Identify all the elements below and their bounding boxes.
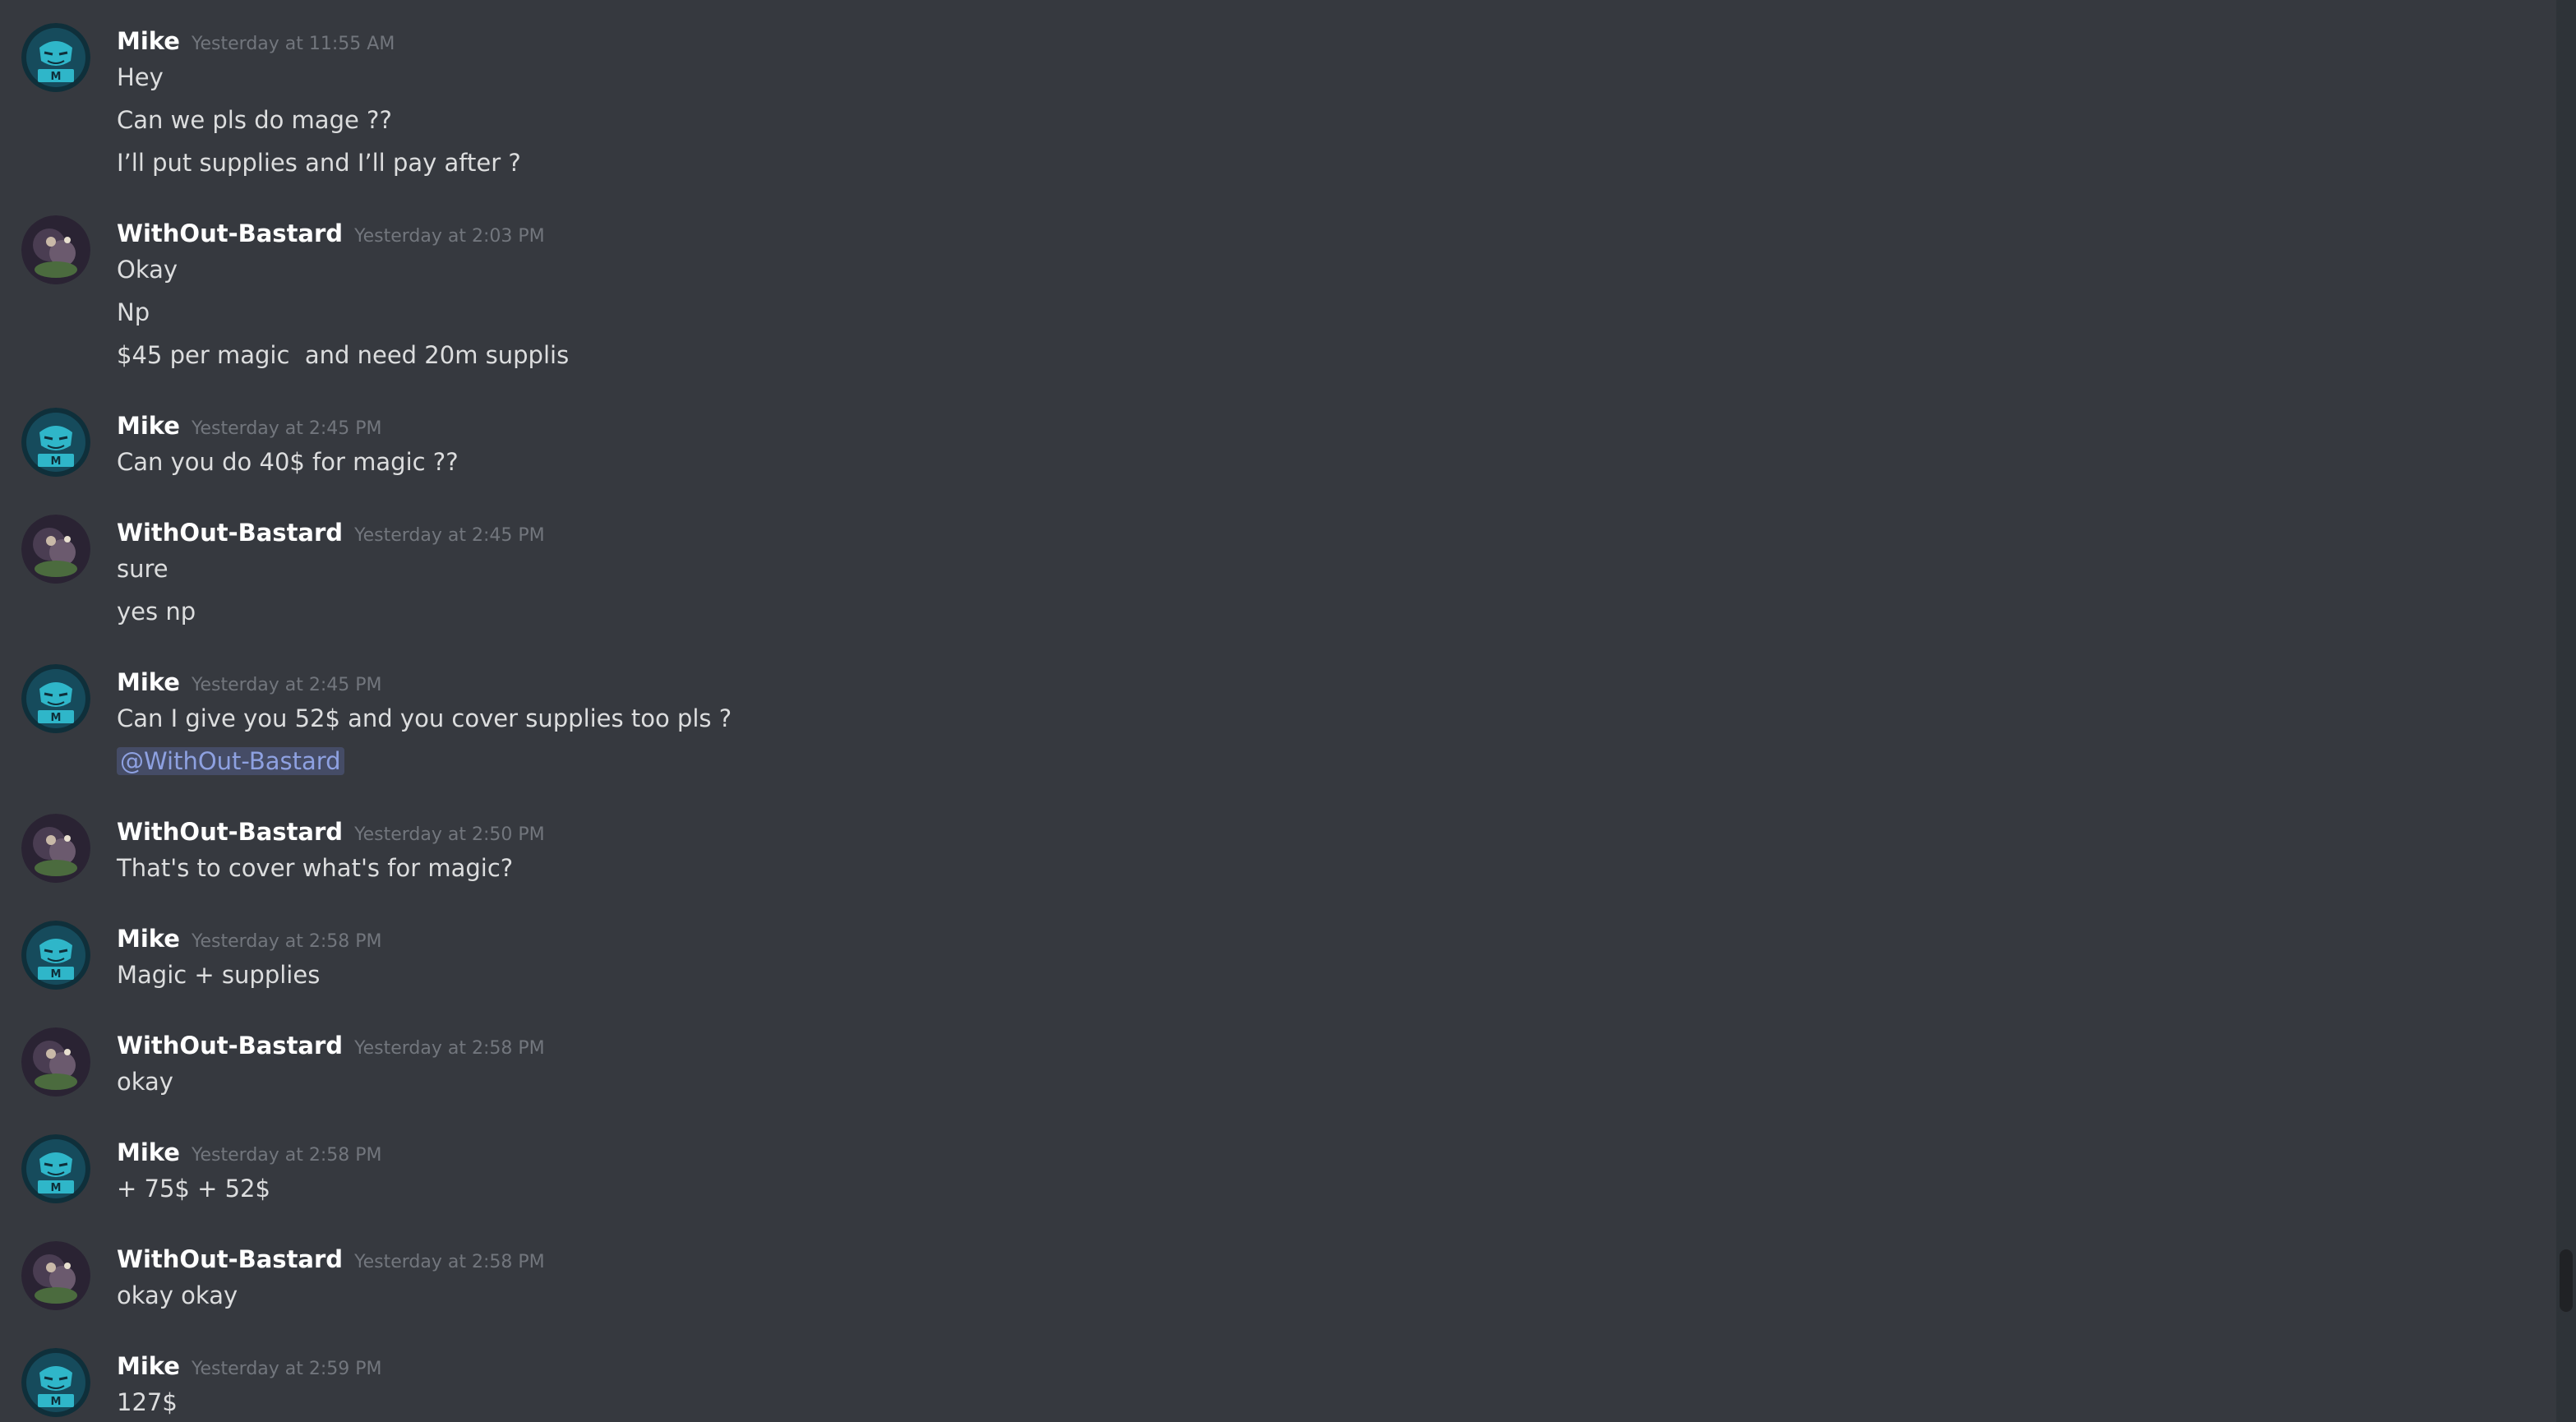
- message-header: WithOut-Bastard Yesterday at 2:50 PM: [117, 814, 545, 850]
- message-group: WithOut-Bastard Yesterday at 2:58 PM okay…: [0, 1241, 2548, 1320]
- mike-avatar-icon: M: [21, 1134, 90, 1203]
- message-header: Mike Yesterday at 2:58 PM: [117, 1134, 382, 1170]
- timestamp: Yesterday at 2:50 PM: [354, 824, 545, 845]
- timestamp: Yesterday at 2:03 PM: [354, 226, 545, 247]
- message-text: okay: [117, 1068, 173, 1096]
- message-header: WithOut-Bastard Yesterday at 2:58 PM: [117, 1027, 545, 1064]
- username[interactable]: Mike: [117, 1138, 180, 1166]
- scrollbar[interactable]: [2556, 0, 2576, 1422]
- without-bastard-avatar-icon: [21, 1241, 90, 1310]
- avatar-mike[interactable]: M: [21, 408, 90, 477]
- message-text: Magic + supplies: [117, 961, 321, 989]
- username[interactable]: WithOut-Bastard: [117, 1032, 343, 1060]
- avatar-mike[interactable]: M: [21, 664, 90, 733]
- username[interactable]: Mike: [117, 668, 180, 696]
- avatar-mike[interactable]: M: [21, 1348, 90, 1417]
- username[interactable]: WithOut-Bastard: [117, 1245, 343, 1273]
- message-header: WithOut-Bastard Yesterday at 2:58 PM: [117, 1241, 545, 1277]
- message-text: okay okay: [117, 1281, 238, 1309]
- message-group: M Mike Yesterday at 2:45 PM Can I give yo…: [0, 664, 2548, 786]
- message-group: M Mike Yesterday at 11:55 AM Hey Can we p…: [0, 23, 2548, 187]
- message-group: M Mike Yesterday at 2:59 PM 127$: [0, 1348, 2548, 1422]
- timestamp: Yesterday at 2:58 PM: [191, 931, 382, 952]
- avatar-without-bastard[interactable]: [21, 515, 90, 584]
- message-group: M Mike Yesterday at 2:58 PM Magic + suppl…: [0, 921, 2548, 1000]
- user-mention[interactable]: @WithOut-Bastard: [117, 747, 344, 775]
- message-group: WithOut-Bastard Yesterday at 2:58 PM okay: [0, 1027, 2548, 1106]
- avatar-mike[interactable]: M: [21, 921, 90, 990]
- avatar-without-bastard[interactable]: [21, 814, 90, 883]
- timestamp: Yesterday at 2:45 PM: [191, 418, 382, 439]
- svg-text:M: M: [51, 1396, 62, 1408]
- message-header: Mike Yesterday at 2:58 PM: [117, 921, 382, 957]
- message-header: Mike Yesterday at 2:45 PM: [117, 664, 382, 700]
- username[interactable]: WithOut-Bastard: [117, 219, 343, 247]
- mike-avatar-icon: M: [21, 664, 90, 733]
- message-group: WithOut-Bastard Yesterday at 2:45 PM sure…: [0, 515, 2548, 636]
- message-text: Okay: [117, 256, 178, 284]
- username[interactable]: Mike: [117, 925, 180, 953]
- message-header: Mike Yesterday at 2:45 PM: [117, 408, 382, 444]
- avatar-mike[interactable]: M: [21, 1134, 90, 1203]
- mike-avatar-icon: M: [21, 921, 90, 990]
- timestamp: Yesterday at 2:45 PM: [354, 525, 545, 546]
- mike-avatar-icon: M: [21, 23, 90, 92]
- svg-text:M: M: [51, 712, 62, 724]
- svg-text:M: M: [51, 968, 62, 981]
- username[interactable]: WithOut-Bastard: [117, 519, 343, 547]
- message-header: Mike Yesterday at 2:59 PM: [117, 1348, 382, 1384]
- mike-avatar-icon: M: [21, 1348, 90, 1417]
- mike-avatar-icon: M: [21, 408, 90, 477]
- without-bastard-avatar-icon: [21, 515, 90, 584]
- message-text: Hey: [117, 63, 164, 91]
- timestamp: Yesterday at 11:55 AM: [191, 34, 395, 54]
- avatar-mike[interactable]: M: [21, 23, 90, 92]
- username[interactable]: WithOut-Bastard: [117, 818, 343, 846]
- svg-text:M: M: [51, 455, 62, 468]
- username[interactable]: Mike: [117, 412, 180, 440]
- timestamp: Yesterday at 2:59 PM: [191, 1359, 382, 1379]
- message-text: That's to cover what's for magic?: [117, 854, 514, 882]
- message-text: + 75$ + 52$: [117, 1175, 270, 1203]
- message-group: M Mike Yesterday at 2:58 PM + 75$ + 52$: [0, 1134, 2548, 1213]
- timestamp: Yesterday at 2:58 PM: [354, 1252, 545, 1272]
- without-bastard-avatar-icon: [21, 1027, 90, 1097]
- username[interactable]: Mike: [117, 1352, 180, 1380]
- message-group: WithOut-Bastard Yesterday at 2:03 PM Okay…: [0, 215, 2548, 380]
- without-bastard-avatar-icon: [21, 215, 90, 284]
- message-text: sure: [117, 555, 169, 583]
- message-header: Mike Yesterday at 11:55 AM: [117, 23, 395, 59]
- svg-text:M: M: [51, 71, 62, 83]
- message-header: WithOut-Bastard Yesterday at 2:45 PM: [117, 515, 545, 551]
- avatar-without-bastard[interactable]: [21, 1027, 90, 1097]
- avatar-without-bastard[interactable]: [21, 215, 90, 284]
- message-text: 127$: [117, 1388, 178, 1416]
- avatar-without-bastard[interactable]: [21, 1241, 90, 1310]
- svg-text:M: M: [51, 1182, 62, 1194]
- timestamp: Yesterday at 2:58 PM: [191, 1145, 382, 1166]
- message-group: WithOut-Bastard Yesterday at 2:50 PM That…: [0, 814, 2548, 893]
- scrollbar-thumb[interactable]: [2560, 1249, 2573, 1312]
- message-text: $45 per magic and need 20m supplis: [117, 341, 570, 369]
- chat-messages: M Mike Yesterday at 11:55 AM Hey Can we p…: [0, 0, 2556, 1422]
- message-text: @WithOut-Bastard: [117, 743, 344, 779]
- message-text: yes np: [117, 598, 196, 626]
- message-text: Can I give you 52$ and you cover supplie…: [117, 704, 732, 732]
- username[interactable]: Mike: [117, 27, 180, 55]
- message-text: I’ll put supplies and I’ll pay after ?: [117, 149, 521, 177]
- timestamp: Yesterday at 2:58 PM: [354, 1038, 545, 1059]
- without-bastard-avatar-icon: [21, 814, 90, 883]
- message-text: Np: [117, 298, 150, 326]
- message-header: WithOut-Bastard Yesterday at 2:03 PM: [117, 215, 545, 252]
- message-text: Can we pls do mage ??: [117, 106, 392, 134]
- message-group: M Mike Yesterday at 2:45 PM Can you do 40…: [0, 408, 2548, 487]
- message-text: Can you do 40$ for magic ??: [117, 448, 459, 476]
- timestamp: Yesterday at 2:45 PM: [191, 675, 382, 695]
